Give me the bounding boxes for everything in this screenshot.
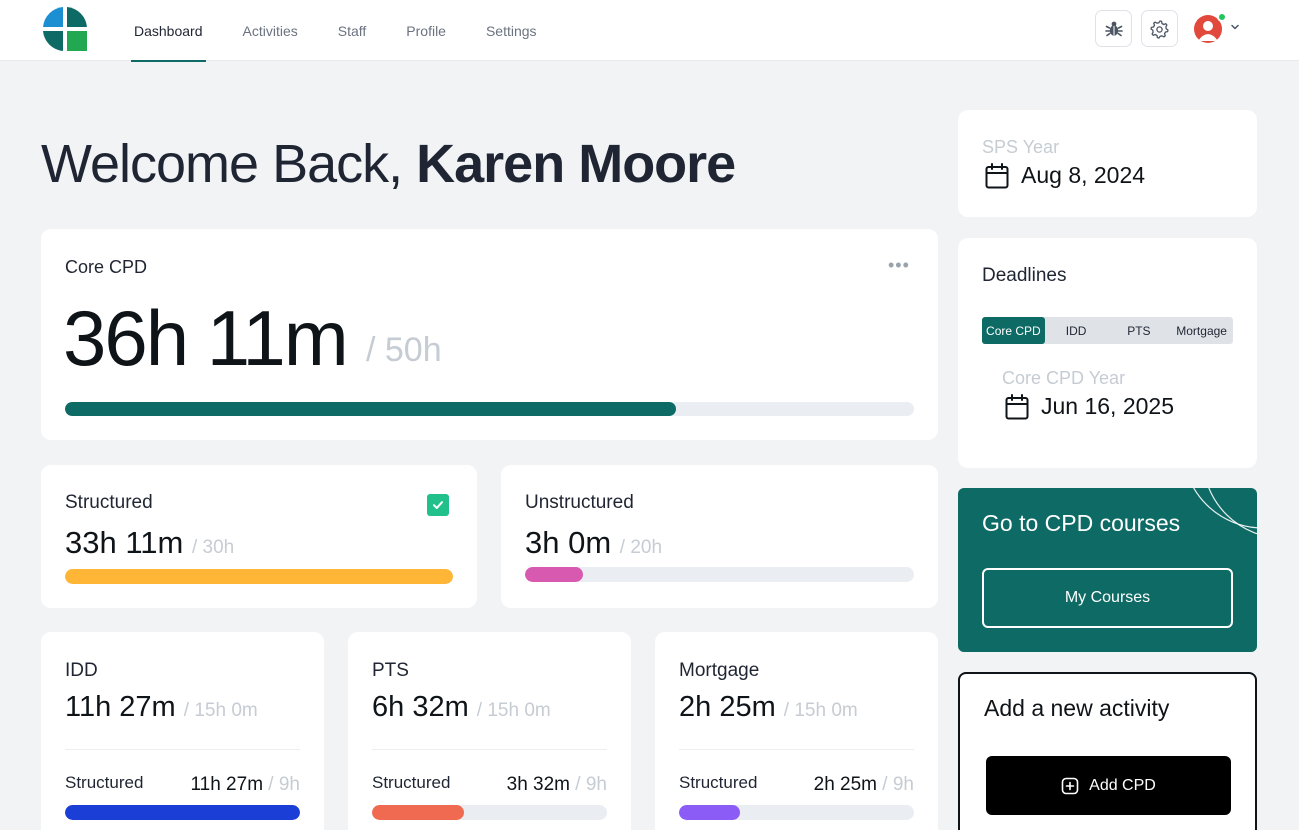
structured-progress-fill xyxy=(65,569,453,584)
my-courses-button[interactable]: My Courses xyxy=(982,568,1233,628)
more-options-icon[interactable]: ••• xyxy=(888,255,910,276)
pts-title: PTS xyxy=(372,660,409,681)
sps-year-card: SPS Year Aug 8, 2024 xyxy=(958,110,1257,217)
main-nav: Dashboard Activities Staff Profile Setti… xyxy=(131,0,574,62)
welcome-greeting: Welcome Back, xyxy=(41,134,417,194)
idd-structured-label: Structured xyxy=(65,773,144,792)
core-cpd-value: 36h 11m xyxy=(63,294,349,382)
unstructured-value: 3h 0m / 20h xyxy=(525,525,662,561)
calendar-icon xyxy=(1005,393,1029,419)
structured-value: 33h 11m / 30h xyxy=(65,525,234,561)
pts-structured-value: 3h 32m / 9h xyxy=(507,774,607,796)
unstructured-progress xyxy=(525,567,914,582)
divider xyxy=(372,749,607,750)
pts-structured-label: Structured xyxy=(372,773,451,792)
mortgage-structured-value: 2h 25m / 9h xyxy=(814,774,914,796)
tab-mortgage[interactable]: Mortgage xyxy=(1170,317,1233,344)
pts-structured-total: / 9h xyxy=(575,774,607,795)
completed-check-icon xyxy=(427,494,449,516)
user-name: Karen Moore xyxy=(416,134,736,194)
deadlines-title: Deadlines xyxy=(982,265,1067,286)
bug-icon xyxy=(1104,21,1123,36)
idd-progress xyxy=(65,805,300,820)
unstructured-progress-fill xyxy=(525,567,584,582)
mortgage-structured-label: Structured xyxy=(679,773,758,792)
idd-value: 11h 27m / 15h 0m xyxy=(65,691,258,724)
deadlines-tabs: Core CPD IDD PTS Mortgage xyxy=(982,317,1233,344)
mortgage-progress-fill xyxy=(679,805,741,820)
online-status-dot xyxy=(1217,12,1227,22)
mortgage-value-text: 2h 25m xyxy=(679,691,776,723)
add-cpd-button[interactable]: Add CPD xyxy=(986,756,1231,815)
pts-value-text: 6h 32m xyxy=(372,691,469,723)
nav-profile[interactable]: Profile xyxy=(403,0,449,61)
deadline-date-row: Jun 16, 2025 xyxy=(1005,393,1174,420)
core-cpd-card: Core CPD ••• 36h 11m / 50h xyxy=(41,229,938,440)
core-cpd-title: Core CPD xyxy=(65,257,148,277)
structured-total: / 30h xyxy=(191,537,235,558)
mortgage-structured-total: / 9h xyxy=(882,774,914,795)
pts-progress xyxy=(372,805,607,820)
add-cpd-label: Add CPD xyxy=(1089,776,1156,794)
unstructured-value-text: 3h 0m xyxy=(525,525,612,560)
mortgage-card: Mortgage 2h 25m / 15h 0m Structured 2h 2… xyxy=(655,632,938,830)
nav-activities[interactable]: Activities xyxy=(240,0,301,61)
core-cpd-year-label: Core CPD Year xyxy=(1002,368,1126,388)
idd-card: IDD 11h 27m / 15h 0m Structured 11h 27m … xyxy=(41,632,324,830)
nav-dashboard[interactable]: Dashboard xyxy=(131,0,206,62)
idd-progress-fill xyxy=(65,805,300,820)
structured-card: Structured 33h 11m / 30h xyxy=(41,465,477,608)
pts-progress-fill xyxy=(372,805,464,820)
unstructured-card: Unstructured 3h 0m / 20h xyxy=(501,465,938,608)
structured-value-text: 33h 11m xyxy=(65,525,184,560)
add-activity-title: Add a new activity xyxy=(984,695,1170,721)
nav-settings[interactable]: Settings xyxy=(483,0,540,61)
idd-structured-value-text: 11h 27m xyxy=(190,774,264,795)
calendar-icon xyxy=(985,162,1009,188)
bug-report-button[interactable] xyxy=(1095,10,1132,47)
mortgage-value: 2h 25m / 15h 0m xyxy=(679,691,858,724)
mortgage-total: / 15h 0m xyxy=(783,700,858,721)
pts-structured-value-text: 3h 32m xyxy=(506,774,571,795)
mortgage-structured-value-text: 2h 25m xyxy=(813,774,878,795)
top-navbar: Dashboard Activities Staff Profile Setti… xyxy=(0,0,1299,62)
mortgage-progress xyxy=(679,805,914,820)
gear-icon xyxy=(1149,19,1169,39)
tab-idd[interactable]: IDD xyxy=(1045,317,1108,344)
sps-year-label: SPS Year xyxy=(982,137,1060,157)
idd-title: IDD xyxy=(65,660,98,681)
tab-core-cpd[interactable]: Core CPD xyxy=(982,317,1045,344)
deadlines-card: Deadlines Core CPD IDD PTS Mortgage Core… xyxy=(958,238,1257,468)
idd-value-text: 11h 27m xyxy=(65,691,176,723)
nav-staff[interactable]: Staff xyxy=(335,0,370,61)
mortgage-title: Mortgage xyxy=(679,660,760,681)
page-title: Welcome Back, Karen Moore xyxy=(41,133,736,195)
divider xyxy=(65,749,300,750)
idd-structured-total: / 9h xyxy=(268,774,300,795)
core-cpd-progress-fill xyxy=(65,402,677,416)
tab-pts[interactable]: PTS xyxy=(1108,317,1171,344)
cpd-courses-card: Go to CPD courses My Courses xyxy=(958,488,1257,652)
core-cpd-total: / 50h xyxy=(366,331,442,369)
sps-date-row: Aug 8, 2024 xyxy=(985,162,1145,189)
pts-value: 6h 32m / 15h 0m xyxy=(372,691,551,724)
deadline-date: Jun 16, 2025 xyxy=(1041,393,1175,419)
divider xyxy=(679,749,914,750)
idd-structured-value: 11h 27m / 9h xyxy=(190,774,300,796)
unstructured-total: / 20h xyxy=(619,537,663,558)
chevron-down-icon[interactable] xyxy=(1230,22,1240,32)
settings-button[interactable] xyxy=(1141,10,1178,47)
add-activity-card: Add a new activity Add CPD xyxy=(958,672,1257,830)
unstructured-title: Unstructured xyxy=(525,492,634,513)
pts-card: PTS 6h 32m / 15h 0m Structured 3h 32m / … xyxy=(348,632,631,830)
cpd-courses-title: Go to CPD courses xyxy=(982,510,1181,536)
idd-total: / 15h 0m xyxy=(183,700,258,721)
structured-progress xyxy=(65,569,453,584)
pts-total: / 15h 0m xyxy=(476,700,551,721)
structured-title: Structured xyxy=(65,492,153,513)
sps-date: Aug 8, 2024 xyxy=(1021,162,1146,188)
logo-icon[interactable] xyxy=(43,7,87,51)
plus-square-icon xyxy=(1061,777,1079,794)
core-cpd-progress xyxy=(65,402,914,416)
